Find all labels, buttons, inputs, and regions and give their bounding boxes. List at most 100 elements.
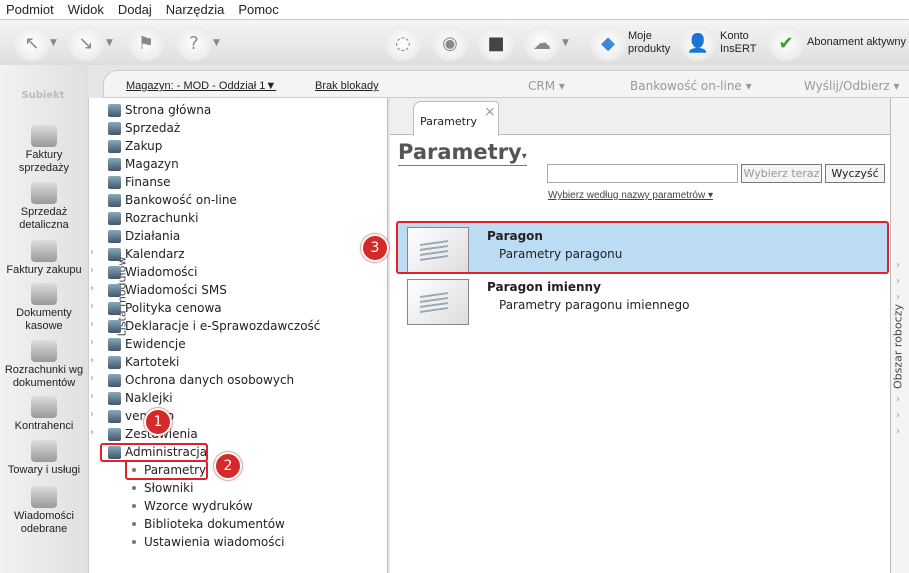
bank-button[interactable]: Bankowość on-line ▾: [630, 79, 752, 93]
module-label: Polityka cenowa: [125, 301, 222, 315]
context-strip: Magazyn: - MOD - Oddział 1▼ Brak blokady…: [103, 70, 909, 98]
chevron-right-icon[interactable]: ›: [90, 319, 94, 330]
menu-pomoc[interactable]: Pomoc: [238, 2, 278, 17]
nav-label: Wiadomości odebrane: [14, 510, 74, 535]
chevron-right-icon[interactable]: ›: [90, 409, 94, 420]
work-area-label[interactable]: Obszar roboczy: [892, 297, 905, 397]
chevron-right-icon[interactable]: ›: [90, 301, 94, 312]
nav-rozrachunki[interactable]: Rozrachunki wg dokumentów: [0, 340, 88, 390]
expand-chevrons-icon[interactable]: › › ›: [896, 392, 900, 440]
nav-sprzedaz-detaliczna[interactable]: Sprzedaż detaliczna: [0, 182, 88, 232]
submodule-item[interactable]: Wzorce wydruków: [132, 497, 253, 515]
module-icon: [108, 121, 121, 135]
menu-widok[interactable]: Widok: [68, 2, 104, 17]
settlements-icon: [31, 340, 57, 362]
submodule-label: Biblioteka dokumentów: [144, 517, 285, 531]
menu-podmiot[interactable]: Podmiot: [6, 2, 54, 17]
chevron-right-icon[interactable]: ›: [90, 265, 94, 276]
module-item[interactable]: Finanse: [108, 173, 171, 191]
module-item[interactable]: Deklaracje i e-Sprawozdawczość: [108, 317, 320, 335]
chevron-right-icon[interactable]: ›: [90, 355, 94, 366]
search-input[interactable]: [547, 164, 738, 183]
shield-check-icon[interactable]: ✔: [768, 25, 804, 61]
module-item[interactable]: Działania: [108, 227, 180, 245]
cloud-icon[interactable]: ☁: [524, 25, 560, 61]
chevron-right-icon[interactable]: ›: [90, 373, 94, 384]
chevron-right-icon[interactable]: ›: [90, 391, 94, 402]
module-icon: [108, 373, 121, 387]
konto-insert-button[interactable]: Konto InsERT: [720, 30, 760, 56]
module-item[interactable]: Wiadomości SMS: [108, 281, 227, 299]
flag-icon[interactable]: ⚑: [128, 25, 164, 61]
globe-icon[interactable]: ◉: [432, 25, 468, 61]
chevron-right-icon[interactable]: ›: [90, 247, 94, 258]
module-icon: [108, 211, 121, 225]
nav-label: Dokumenty kasowe: [16, 307, 72, 332]
send-receive-button[interactable]: Wyślij/Odbierz ▾: [804, 79, 900, 93]
magazyn-dropdown[interactable]: Magazyn: - MOD - Oddział 1▼: [126, 80, 276, 92]
module-label: Działania: [125, 229, 181, 243]
nav-faktury-zakupu[interactable]: Faktury zakupu: [0, 240, 88, 277]
menu-dodaj[interactable]: Dodaj: [118, 2, 152, 17]
module-item[interactable]: Rozrachunki: [108, 209, 198, 227]
page-title[interactable]: Parametry▾: [398, 140, 527, 166]
submodule-item[interactable]: Biblioteka dokumentów: [132, 515, 285, 533]
moje-produkty-button[interactable]: Moje produkty: [628, 30, 678, 56]
param-row-paragon-imienny[interactable]: Paragon imienny Parametry paragonu imien…: [398, 275, 888, 327]
row-title: Paragon imienny: [487, 280, 601, 294]
module-item[interactable]: Ochrona danych osobowych: [108, 371, 294, 389]
module-item[interactable]: Zakup: [108, 137, 162, 155]
nav-wiadomosci[interactable]: Wiadomości odebrane: [0, 486, 88, 536]
choose-now-button[interactable]: Wybierz teraz: [741, 164, 822, 183]
box-icon[interactable]: ■: [478, 25, 514, 61]
bullet-icon: [132, 486, 136, 490]
nav-label: Sprzedaż detaliczna: [19, 206, 69, 231]
nav-towary[interactable]: Towary i usługi: [0, 440, 88, 477]
highlight-paragon: [396, 221, 889, 274]
submodule-item[interactable]: Słowniki: [132, 479, 193, 497]
tab-parametry[interactable]: Parametry ×: [413, 101, 499, 136]
module-item[interactable]: Kalendarz: [108, 245, 185, 263]
module-item[interactable]: Polityka cenowa: [108, 299, 222, 317]
module-label: Finanse: [125, 175, 171, 189]
subiekt-logo: Subiekt: [21, 90, 65, 101]
module-item[interactable]: Naklejki: [108, 389, 173, 407]
clear-button[interactable]: Wyczyść: [825, 164, 885, 183]
products-icon[interactable]: ◆: [590, 25, 626, 61]
module-item[interactable]: Strona główna: [108, 101, 211, 119]
module-item[interactable]: Sprzedaż: [108, 119, 180, 137]
menu-narzedzia[interactable]: Narzędzia: [166, 2, 225, 17]
submodule-item[interactable]: Ustawienia wiadomości: [132, 533, 284, 551]
filter-dropdown[interactable]: Wybierz według nazwy parametrów ▾: [548, 190, 713, 201]
brak-blokady-link[interactable]: Brak blokady: [315, 80, 379, 92]
help-icon[interactable]: ?: [176, 25, 212, 61]
module-item[interactable]: Magazyn: [108, 155, 179, 173]
chevron-right-icon[interactable]: ›: [90, 427, 94, 438]
nav-faktury-sprzedazy[interactable]: Faktury sprzedaży: [0, 125, 88, 175]
module-item[interactable]: Bankowość on-line: [108, 191, 237, 209]
close-icon[interactable]: ×: [484, 104, 496, 120]
crm-button[interactable]: CRM ▾: [528, 79, 565, 93]
module-icon: [108, 301, 121, 315]
annotation-1: 1: [144, 408, 172, 436]
module-label: Kalendarz: [125, 247, 185, 261]
nav-dokumenty-kasowe[interactable]: Dokumenty kasowe: [0, 283, 88, 333]
chevron-right-icon[interactable]: ›: [90, 283, 94, 294]
module-label: Ochrona danych osobowych: [125, 373, 295, 387]
module-icon: [108, 283, 121, 297]
expand-chevrons-icon[interactable]: › › ›: [896, 258, 900, 306]
module-item[interactable]: Kartoteki: [108, 353, 179, 371]
nav-label: Kontrahenci: [14, 420, 74, 432]
loading-icon[interactable]: ◌: [385, 25, 421, 61]
nav-kontrahenci[interactable]: Kontrahenci: [0, 396, 88, 433]
purchase-icon: [31, 240, 57, 262]
annotation-3: 3: [361, 234, 389, 262]
abonament-status[interactable]: Abonament aktywny: [807, 36, 906, 49]
nav-label: Faktury sprzedaży: [18, 149, 70, 174]
forward-icon[interactable]: ↘: [68, 25, 104, 61]
module-item[interactable]: Ewidencje: [108, 335, 186, 353]
back-icon[interactable]: ↖: [14, 25, 50, 61]
insert-account-icon[interactable]: 👤: [680, 25, 716, 61]
module-item[interactable]: Wiadomości: [108, 263, 197, 281]
chevron-right-icon[interactable]: ›: [90, 337, 94, 348]
